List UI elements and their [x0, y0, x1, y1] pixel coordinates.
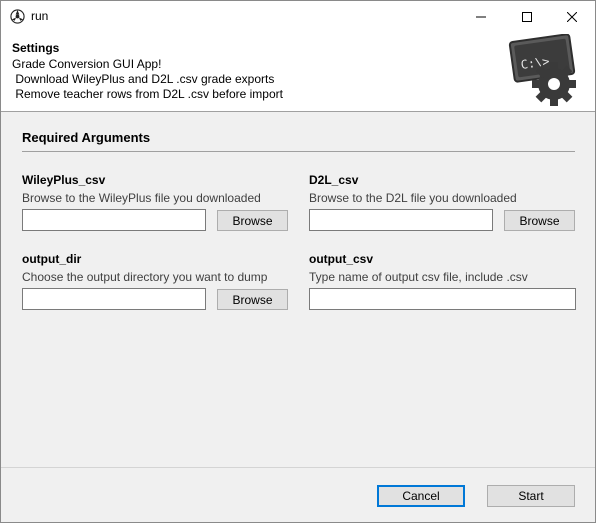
header-description-line: Grade Conversion GUI App!: [12, 57, 162, 71]
wileyplus-csv-label: WileyPlus_csv: [22, 173, 106, 187]
header-title: Settings: [12, 41, 60, 55]
close-icon: [567, 11, 577, 22]
minimize-icon: [476, 16, 486, 17]
wileyplus-browse-button[interactable]: Browse: [217, 210, 288, 231]
d2l-csv-input[interactable]: [309, 209, 493, 231]
output-dir-browse-button[interactable]: Browse: [217, 289, 288, 310]
output-dir-input[interactable]: [22, 288, 206, 310]
output-dir-label: output_dir: [22, 252, 82, 266]
d2l-csv-label: D2L_csv: [309, 173, 359, 187]
app-window: run Settings Grade Conversion GUI App! D…: [0, 0, 596, 523]
cancel-button[interactable]: Cancel: [377, 485, 465, 507]
d2l-csv-help: Browse to the D2L file you downloaded: [309, 191, 517, 205]
wileyplus-csv-input[interactable]: [22, 209, 206, 231]
maximize-button[interactable]: [504, 1, 550, 32]
minimize-button[interactable]: [458, 1, 504, 32]
output-csv-input[interactable]: [309, 288, 576, 310]
output-csv-help: Type name of output csv file, include .c…: [309, 270, 528, 284]
title-bar[interactable]: run: [1, 1, 595, 32]
header-description-line: Remove teacher rows from D2L .csv before…: [12, 87, 283, 101]
section-divider: [22, 151, 575, 152]
output-csv-label: output_csv: [309, 252, 374, 266]
footer-divider: [1, 467, 595, 468]
maximize-icon: [522, 11, 532, 22]
header-description-line: Download WileyPlus and D2L .csv grade ex…: [12, 72, 275, 86]
start-button[interactable]: Start: [487, 485, 575, 507]
d2l-browse-button[interactable]: Browse: [504, 210, 575, 231]
output-dir-help: Choose the output directory you want to …: [22, 270, 268, 284]
terminal-gear-logo-icon: C:\>_: [508, 34, 576, 106]
section-title: Required Arguments: [22, 130, 151, 145]
window-title: run: [31, 9, 49, 23]
wileyplus-csv-help: Browse to the WileyPlus file you downloa…: [22, 191, 261, 205]
settings-header: Settings Grade Conversion GUI App! Downl…: [1, 32, 595, 112]
app-icon: [10, 9, 25, 24]
close-button[interactable]: [549, 1, 595, 32]
